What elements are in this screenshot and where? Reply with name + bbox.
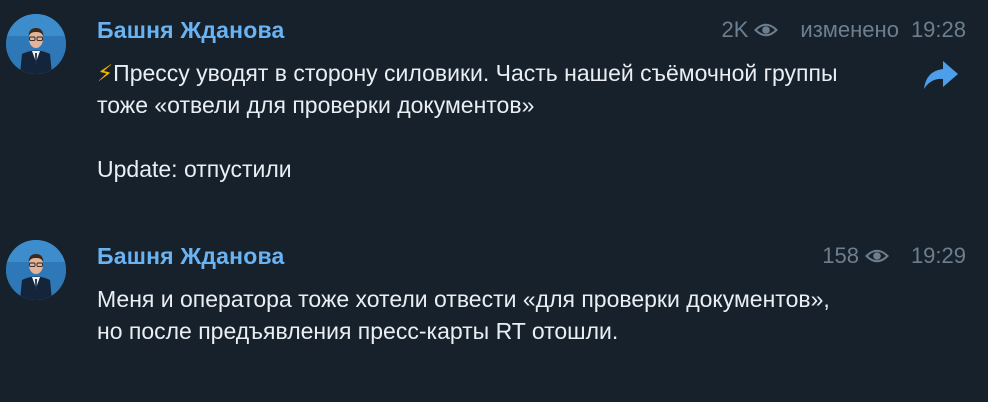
message-meta: 2K изменено 19:28 [722, 17, 967, 43]
message-1[interactable]: Башня Жданова 2K изменено 19:28 ⚡Прессу … [0, 0, 988, 226]
view-count: 2K [721, 17, 749, 42]
message-meta: 158 19:29 [822, 243, 966, 269]
message-text: ⚡Прессу уводят в сторону силовики. Часть… [97, 57, 857, 185]
avatar[interactable] [6, 240, 66, 300]
message-time: 19:28 [910, 17, 966, 42]
message-2[interactable]: Башня Жданова 158 19:29 Меня и оператора… [0, 226, 988, 402]
message-text: Меня и оператора тоже хотели отвести «дл… [97, 286, 830, 344]
lightning-emoji: ⚡ [97, 60, 114, 86]
eye-icon [865, 249, 889, 263]
eye-icon [754, 23, 779, 37]
forward-arrow-icon[interactable] [922, 58, 960, 92]
message-time: 19:29 [910, 243, 966, 268]
avatar[interactable] [6, 14, 66, 74]
message-feed: Башня Жданова 2K изменено 19:28 ⚡Прессу … [0, 0, 988, 402]
edited-label: изменено [800, 17, 899, 42]
author-name[interactable]: Башня Жданова [97, 17, 285, 44]
message-body: Прессу уводят в сторону силовики. Часть … [97, 60, 838, 182]
view-count: 158 [822, 243, 859, 268]
author-name[interactable]: Башня Жданова [97, 243, 285, 270]
